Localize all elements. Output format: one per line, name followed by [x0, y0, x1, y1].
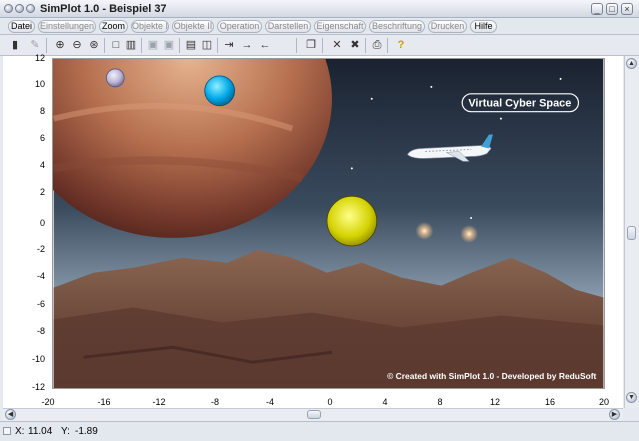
status-bar: X: 11.04 Y: -1.89: [0, 421, 639, 441]
menu-operation[interactable]: Operation: [217, 20, 262, 33]
layers-icon[interactable]: ◫: [200, 38, 214, 52]
window-title: SimPlot 1.0 - Beispiel 37: [40, 3, 167, 15]
system-menu-icon[interactable]: [4, 4, 13, 13]
menu-eigenschaft[interactable]: Eigenschaft: [314, 20, 366, 33]
horizontal-scrollbar[interactable]: ◀ ▶: [3, 408, 623, 421]
y-tick-label: 12: [34, 53, 45, 63]
scene-title-label: Virtual Cyber Space: [468, 98, 571, 110]
draw-icon[interactable]: ✎: [28, 38, 42, 52]
scroll-left-icon[interactable]: ◀: [5, 409, 16, 420]
y-tick-label: -6: [36, 299, 45, 309]
title-bar: SimPlot 1.0 - Beispiel 37 _ □ ×: [0, 0, 639, 18]
window-pin-icon[interactable]: [15, 4, 24, 13]
minimize-button[interactable]: _: [591, 3, 603, 15]
menu-beschriftung[interactable]: Beschriftung: [369, 20, 425, 33]
frame-icon[interactable]: ▣: [146, 38, 160, 52]
y-tick-label: 10: [34, 79, 45, 89]
x-coordinate-label: X:: [15, 426, 25, 437]
cross-icon[interactable]: ✕: [330, 38, 344, 52]
x-tick-label: 4: [382, 397, 388, 407]
menu-zoom[interactable]: Zoom: [99, 20, 128, 33]
toolbar: ▮ ✎ ⊕ ⊖ ⊛ □ ▥ ▣ ▣ ▤ ◫ ⇥ → ← ❐ ✕ ✖ ⎙ ?: [0, 35, 639, 56]
credit-text: © Created with SimPlot 1.0 - Developed b…: [387, 371, 596, 381]
y-tick-label: 0: [39, 218, 45, 228]
arrow-right-icon[interactable]: →: [240, 38, 254, 52]
window-minimize-dot-icon[interactable]: [26, 4, 35, 13]
cross-alt-icon[interactable]: ✖: [348, 38, 362, 52]
menu-datei[interactable]: Datei: [8, 20, 35, 33]
x-coordinate-value: 11.04: [28, 426, 53, 437]
x-tick-label: -20: [41, 397, 55, 407]
move-icon[interactable]: ⇥: [222, 38, 236, 52]
y-tick-label: -8: [36, 326, 45, 336]
toolbar-separator: [104, 38, 105, 53]
arrow-left-icon[interactable]: ←: [258, 38, 272, 52]
grid-icon[interactable]: ▥: [124, 38, 138, 52]
menu-hilfe[interactable]: Hilfe: [470, 20, 497, 33]
scroll-up-icon[interactable]: ▲: [626, 58, 637, 69]
status-icon: [3, 427, 11, 435]
x-tick-label: -8: [210, 397, 219, 407]
copy-icon[interactable]: ❐: [304, 38, 318, 52]
y-tick-label: -10: [31, 354, 45, 364]
help-icon[interactable]: ?: [394, 38, 408, 52]
menu-drucken[interactable]: Drucken: [428, 20, 467, 33]
toolbar-separator: [46, 38, 47, 53]
toolbar-separator: [141, 38, 142, 53]
scroll-down-icon[interactable]: ▼: [626, 392, 637, 403]
x-tick-label: 16: [544, 397, 555, 407]
y-coordinate-label: Y:: [61, 426, 70, 437]
toolbar-separator: [365, 38, 366, 53]
toolbar-separator: [217, 38, 218, 53]
x-tick-label: -12: [152, 397, 166, 407]
zoom-fit-icon[interactable]: ⊛: [87, 38, 101, 52]
zoom-in-icon[interactable]: ⊕: [53, 38, 67, 52]
toolbar-separator: [387, 38, 388, 53]
toolbar-separator: [179, 38, 180, 53]
menu-objekte-2[interactable]: Objekte II: [172, 20, 214, 33]
plot-area[interactable]: 12 10 8 6 4 2 0 -2 -4 -6 -8 -10 -12 -20 …: [3, 53, 623, 408]
menu-darstellen[interactable]: Darstellen: [265, 20, 311, 33]
x-tick-label: 0: [327, 397, 333, 407]
vertical-scroll-thumb[interactable]: [627, 226, 636, 240]
x-tick-label: 8: [437, 397, 443, 407]
x-tick-label: -4: [265, 397, 274, 407]
device-icon[interactable]: ▮: [8, 38, 22, 52]
zoom-out-icon[interactable]: ⊖: [70, 38, 84, 52]
frame-alt-icon[interactable]: ▣: [162, 38, 176, 52]
scroll-right-icon[interactable]: ▶: [609, 409, 620, 420]
menu-einstellungen[interactable]: Einstellungen: [38, 20, 96, 33]
y-tick-label: -2: [36, 244, 45, 254]
toolbar-separator: [296, 38, 297, 53]
square-icon[interactable]: □: [109, 38, 123, 52]
menu-objekte-1[interactable]: Objekte I: [131, 20, 169, 33]
table-icon[interactable]: ▤: [184, 38, 198, 52]
print-icon[interactable]: ⎙: [370, 38, 384, 52]
y-tick-label: -4: [36, 271, 45, 281]
toolbar-separator: [322, 38, 323, 53]
menu-bar: Datei Einstellungen Zoom Objekte I Objek…: [0, 18, 639, 35]
y-tick-label: 6: [39, 133, 45, 143]
y-tick-label: 2: [39, 187, 45, 197]
close-button[interactable]: ×: [621, 3, 633, 15]
y-coordinate-value: -1.89: [75, 426, 98, 437]
x-tick-label: 12: [489, 397, 500, 407]
y-tick-label: -12: [31, 382, 45, 392]
x-tick-label: -16: [97, 397, 111, 407]
y-tick-label: 4: [39, 160, 45, 170]
horizontal-scroll-thumb[interactable]: [307, 410, 321, 419]
space-scene-image: Virtual Cyber Space © Created with SimPl…: [52, 58, 605, 389]
x-tick-label: 20: [598, 397, 609, 407]
y-tick-label: 8: [39, 106, 45, 116]
vertical-scrollbar[interactable]: ▲ ▼: [624, 56, 638, 408]
maximize-button[interactable]: □: [606, 3, 618, 15]
